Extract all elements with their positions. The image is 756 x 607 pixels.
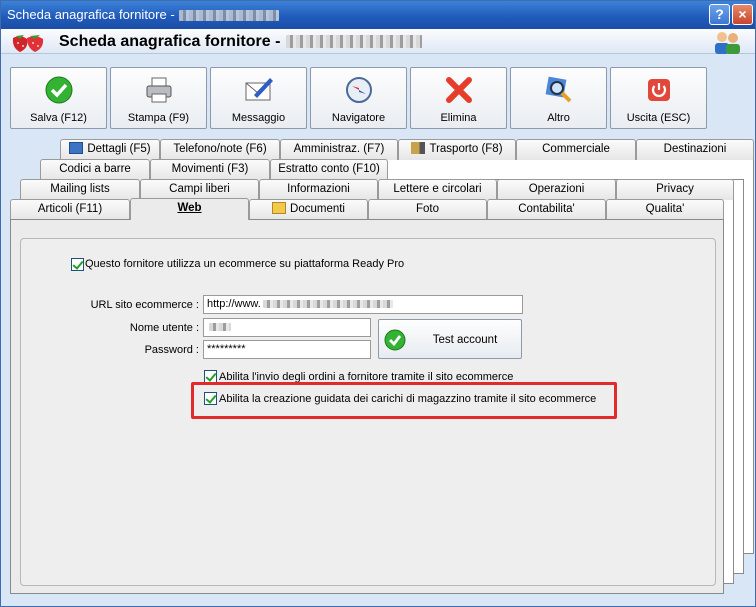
tab-informazioni[interactable]: Informazioni xyxy=(259,179,378,200)
ecommerce-checkbox-label: Questo fornitore utilizza un ecommerce s… xyxy=(85,258,405,270)
ecommerce-checkbox[interactable] xyxy=(71,258,84,271)
strawberry-icon xyxy=(12,35,44,52)
more-button[interactable]: Altro xyxy=(510,67,607,129)
header-title: Scheda anagrafica fornitore - xyxy=(59,33,281,50)
close-button[interactable]: × xyxy=(732,4,753,25)
tab-lettere-circolari[interactable]: Lettere e circolari xyxy=(378,179,497,200)
tab-commerciale[interactable]: Commerciale xyxy=(516,139,636,160)
tab-movimenti[interactable]: Movimenti (F3) xyxy=(150,159,270,180)
envelope-pen-icon xyxy=(245,78,273,101)
tab-articoli[interactable]: Articoli (F11) xyxy=(10,199,130,220)
more-label: Altro xyxy=(547,112,570,124)
save-label: Salva (F12) xyxy=(30,112,87,124)
tab-operazioni[interactable]: Operazioni xyxy=(497,179,616,200)
tab-documenti[interactable]: Documenti xyxy=(249,199,368,220)
truck-icon xyxy=(411,142,426,154)
warehouse-loads-checkbox[interactable] xyxy=(204,392,217,405)
navigator-label: Navigatore xyxy=(331,112,386,124)
exit-button[interactable]: Uscita (ESC) xyxy=(610,67,707,129)
message-button[interactable]: Messaggio xyxy=(210,67,307,129)
tab-telefono[interactable]: Telefono/note (F6) xyxy=(160,139,280,160)
username-input[interactable] xyxy=(203,318,371,337)
window-title: Scheda anagrafica fornitore - xyxy=(7,7,175,22)
redacted-url xyxy=(262,300,393,309)
power-icon xyxy=(648,79,670,101)
warehouse-loads-checkbox-label: Abilita la creazione guidata dei carichi… xyxy=(219,393,597,405)
tab-dettagli[interactable]: Dettagli (F5) xyxy=(60,139,160,160)
tab-estratto-conto[interactable]: Estratto conto (F10) xyxy=(270,159,388,180)
check-circle-icon xyxy=(45,76,73,104)
tab-codici-a-barre[interactable]: Codici a barre xyxy=(40,159,150,180)
calendar-icon xyxy=(69,142,84,154)
username-label: Nome utente : xyxy=(129,322,199,334)
password-input[interactable]: ********* xyxy=(203,340,371,359)
url-input[interactable]: http://www. xyxy=(203,295,523,314)
delete-button[interactable]: Elimina xyxy=(410,67,507,129)
print-label: Stampa (F9) xyxy=(127,112,190,124)
tab-amministrazione[interactable]: Amministraz. (F7) xyxy=(280,139,398,160)
toolbar: Salva (F12) Stampa (F9) Messaggio Naviga… xyxy=(10,67,710,129)
check-circle-icon xyxy=(384,329,406,351)
url-label: URL sito ecommerce : xyxy=(90,299,199,311)
red-x-icon xyxy=(446,77,472,103)
test-account-label: Test account xyxy=(432,334,498,346)
delete-label: Elimina xyxy=(440,112,477,124)
form-header: Scheda anagrafica fornitore - xyxy=(1,29,755,54)
web-tab-panel: Questo fornitore utilizza un ecommerce s… xyxy=(10,219,724,594)
tab-contabilita[interactable]: Contabilita' xyxy=(487,199,606,220)
title-bar: Scheda anagrafica fornitore - ? × xyxy=(1,1,755,29)
magnifier-icon xyxy=(545,76,572,103)
compass-icon xyxy=(346,77,372,103)
password-label: Password : xyxy=(144,344,199,356)
print-button[interactable]: Stampa (F9) xyxy=(110,67,207,129)
tab-foto[interactable]: Foto xyxy=(368,199,487,220)
tab-campi-liberi[interactable]: Campi liberi xyxy=(140,179,259,200)
message-label: Messaggio xyxy=(231,112,286,124)
test-account-button[interactable]: Test account xyxy=(378,319,522,359)
tab-destinazioni[interactable]: Destinazioni xyxy=(636,139,754,160)
web-settings-group: Questo fornitore utilizza un ecommerce s… xyxy=(20,238,716,586)
supplier-window: Scheda anagrafica fornitore - ? × Scheda… xyxy=(0,0,756,607)
redacted-supplier-name xyxy=(178,10,279,22)
users-icon[interactable] xyxy=(711,29,743,55)
redacted-username xyxy=(209,323,231,332)
tab-trasporto[interactable]: Trasporto (F8) xyxy=(398,139,516,160)
tab-web[interactable]: Web xyxy=(130,198,249,220)
help-button[interactable]: ? xyxy=(709,4,730,25)
tab-qualita[interactable]: Qualita' xyxy=(606,199,724,220)
tab-privacy[interactable]: Privacy xyxy=(616,179,734,200)
printer-icon xyxy=(146,77,172,103)
redacted-header-name xyxy=(286,35,423,49)
folder-icon xyxy=(272,202,287,214)
save-button[interactable]: Salva (F12) xyxy=(10,67,107,129)
exit-label: Uscita (ESC) xyxy=(626,112,691,124)
tab-mailing-lists[interactable]: Mailing lists xyxy=(20,179,140,200)
navigator-button[interactable]: Navigatore xyxy=(310,67,407,129)
